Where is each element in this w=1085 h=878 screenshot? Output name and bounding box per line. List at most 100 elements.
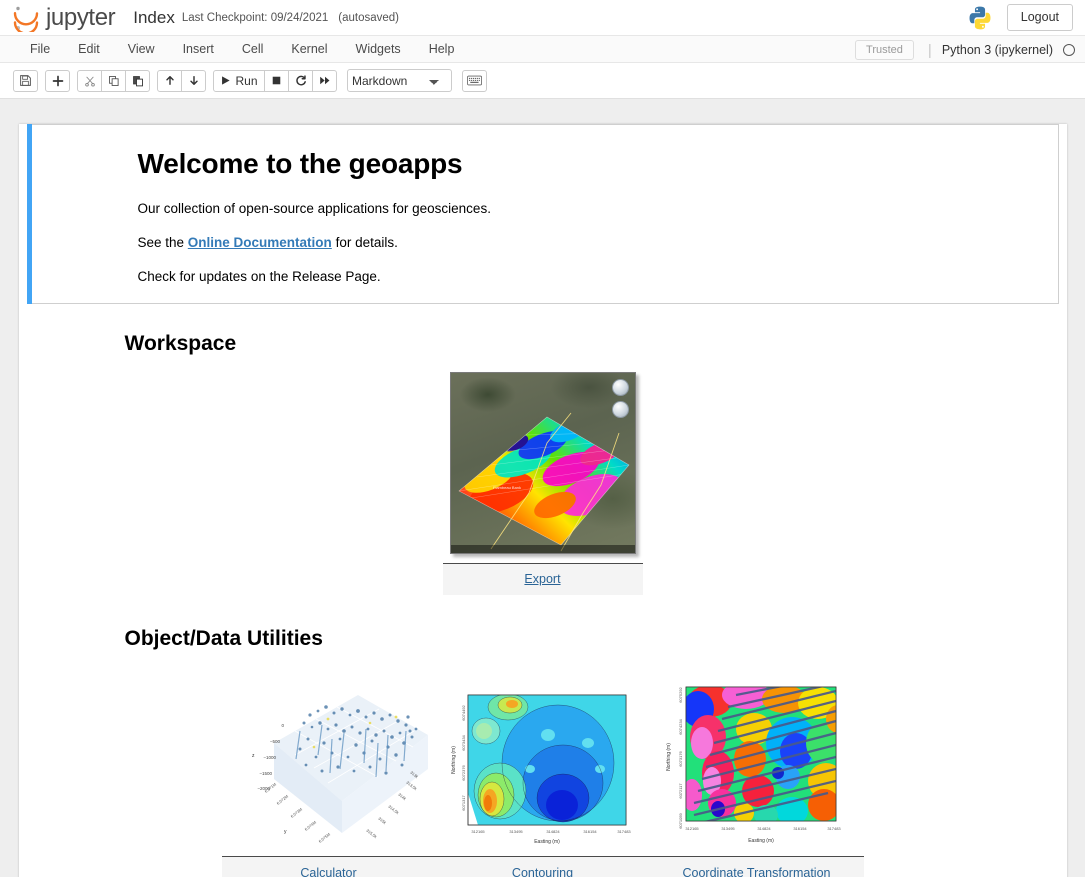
workspace-widget-row: Flambeau Bank Export [19,372,1067,595]
notebook-container: Welcome to the geoapps Our collection of… [19,124,1067,877]
calculator-link[interactable]: Calculator [300,866,356,877]
rainbow-grid-survey-lines-plot[interactable]: 312165313495 314824316154 317483 Easting… [658,673,854,848]
svg-text:315k: 315k [377,816,387,825]
svg-text:Northing (m): Northing (m) [666,742,672,770]
kernel-idle-circle-icon [1063,44,1075,56]
contour-map-plot[interactable]: 312165313495 314824316154 317483 Easting… [448,673,644,848]
svg-text:Easting (m): Easting (m) [748,838,774,844]
kernel-name-label: Python 3 (ipykernel) [942,43,1053,57]
svg-text:314k: 314k [397,792,407,801]
paste-icon[interactable] [125,70,150,92]
menu-item-view[interactable]: View [114,38,169,60]
svg-text:312165: 312165 [471,829,485,834]
3d-scatter-borehole-plot[interactable]: 0 −500 −1000 −1500 −2000 z 6.071M 6.072M… [238,673,434,848]
markdown-cell-welcome[interactable]: Welcome to the geoapps Our collection of… [27,124,1059,304]
svg-text:314.5k: 314.5k [387,804,400,815]
utilities-caption-coordinate-transformation: Coordinate Transformation [650,864,864,877]
map-globe-control-icon[interactable] [612,401,629,418]
autosaved-indicator: (autosaved) [338,12,399,24]
svg-text:317483: 317483 [827,826,841,831]
save-icon[interactable] [13,70,38,92]
notebook-page-body[interactable]: Welcome to the geoapps Our collection of… [0,99,1085,877]
svg-text:6.071M: 6.071M [263,781,277,793]
menu-item-cell[interactable]: Cell [228,38,278,60]
svg-text:6073434: 6073434 [461,734,466,750]
welcome-line-3: Check for updates on the Release Page. [138,268,1046,286]
toolbar-group-move [157,70,206,92]
welcome-line-2-suffix: for details. [332,235,398,250]
menubar: File Edit View Insert Cell Kernel Widget… [0,35,1085,63]
utilities-section: Object/Data Utilities [19,627,1067,877]
contouring-link[interactable]: Contouring [512,866,573,877]
jupyter-logo[interactable]: jupyter [12,4,115,32]
page-title: Welcome to the geoapps [138,148,1046,180]
restart-circle-icon[interactable] [288,70,313,92]
jupyter-logo-text: jupyter [46,6,115,30]
run-button[interactable]: Run [213,70,265,92]
welcome-line-2: See the Online Documentation for details… [138,234,1046,252]
scissors-icon[interactable] [77,70,102,92]
svg-text:313495: 313495 [509,829,523,834]
cell-type-select[interactable]: Markdown [347,69,452,92]
menu-item-help[interactable]: Help [415,38,469,60]
utilities-caption-calculator: Calculator [222,864,436,877]
svg-text:6075292: 6075292 [678,686,683,702]
menu-item-widgets[interactable]: Widgets [342,38,415,60]
toolbar-group-insert [45,70,70,92]
menubar-right-controls: Trusted | Python 3 (ipykernel) [855,36,1077,64]
welcome-line-2-prefix: See the [138,235,188,250]
svg-text:6.073M: 6.073M [289,806,303,818]
svg-text:316154: 316154 [583,829,597,834]
svg-text:317483: 317483 [617,829,631,834]
menubar-divider: | [924,42,932,59]
notebook-name[interactable]: Index [133,8,175,28]
toolbar-group-run: Run [213,70,337,92]
svg-text:6.072M: 6.072M [275,793,289,805]
map-compass-control-icon[interactable] [612,379,629,396]
utilities-caption-bar: Calculator Contouring Coordinate Transfo… [222,856,864,877]
svg-text:6.074M: 6.074M [303,819,317,831]
copy-icon[interactable] [101,70,126,92]
header-right-controls: Logout [967,0,1073,35]
menu-item-kernel[interactable]: Kernel [277,38,341,60]
svg-text:z: z [252,753,255,759]
fast-forward-icon[interactable] [312,70,337,92]
online-documentation-link[interactable]: Online Documentation [188,235,332,250]
svg-text:6074234: 6074234 [678,718,683,734]
svg-text:Northing (m): Northing (m) [451,745,457,773]
notebook-toolbar: Run Markdown [0,63,1085,99]
svg-text:6071317: 6071317 [461,794,466,810]
toolbar-group-edit [77,70,150,92]
utilities-caption-contouring: Contouring [436,864,650,877]
notebook-header: jupyter Index Last Checkpoint: 09/24/202… [0,0,1085,35]
utilities-title: Object/Data Utilities [19,627,1067,651]
workspace-thumb-card: Flambeau Bank Export [443,372,643,595]
utilities-thumbnail-row: 0 −500 −1000 −1500 −2000 z 6.071M 6.072M… [19,673,1067,848]
svg-text:6072376: 6072376 [461,764,466,780]
keyboard-icon[interactable] [462,70,487,92]
python-logo-icon [967,5,993,31]
menu-item-edit[interactable]: Edit [64,38,114,60]
svg-text:6074492: 6074492 [461,704,466,720]
menu-item-insert[interactable]: Insert [169,38,228,60]
logout-button[interactable]: Logout [1007,4,1073,31]
plus-icon[interactable] [45,70,70,92]
export-link[interactable]: Export [524,572,560,586]
trusted-badge[interactable]: Trusted [855,40,914,60]
coordinate-transformation-link[interactable]: Coordinate Transformation [683,866,831,877]
toolbar-group-palette [462,70,487,92]
svg-text:−1500: −1500 [259,771,272,776]
svg-text:316154: 316154 [793,826,807,831]
workspace-section: Workspace [19,332,1067,595]
last-checkpoint-text: Last Checkpoint: 09/24/2021 [182,12,328,24]
run-button-label: Run [235,74,257,88]
svg-text:313.5k: 313.5k [405,780,418,791]
menu-item-file[interactable]: File [16,38,64,60]
arrow-down-icon[interactable] [181,70,206,92]
svg-text:313495: 313495 [721,826,735,831]
geophysics-3d-map-thumbnail[interactable]: Flambeau Bank [450,372,636,554]
svg-text:y: y [284,829,287,835]
arrow-up-icon[interactable] [157,70,182,92]
stop-square-icon[interactable] [264,70,289,92]
svg-text:312165: 312165 [685,826,699,831]
